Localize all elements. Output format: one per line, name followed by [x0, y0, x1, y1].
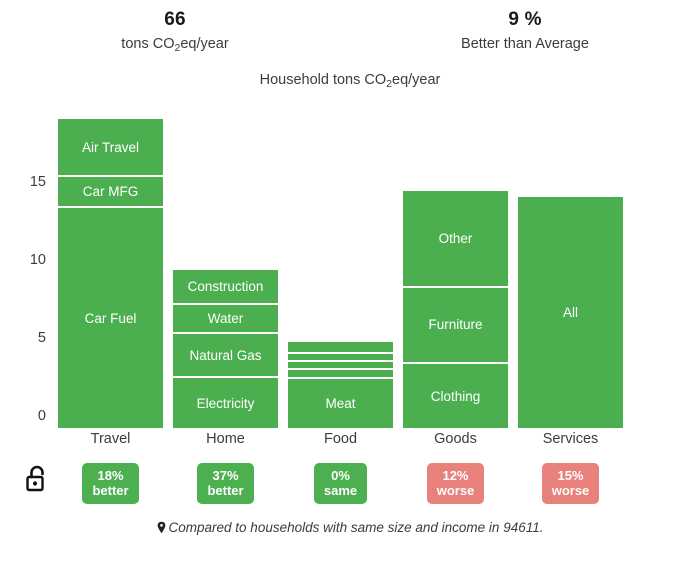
bar-goods[interactable]: Other Furniture Clothing	[403, 190, 508, 428]
bar-segment[interactable]	[288, 342, 393, 354]
badge-word: better	[207, 483, 244, 498]
stat-value: 9 %	[508, 9, 542, 30]
badge-percent: 18%	[97, 468, 124, 483]
bar-segment[interactable]: Natural Gas	[173, 334, 278, 379]
bar-services[interactable]: All	[518, 197, 623, 428]
x-axis-label: Food	[323, 431, 358, 447]
badge-percent: 15%	[557, 468, 584, 483]
badge-percent: 12%	[442, 468, 469, 483]
y-axis: 15 10 5 0	[0, 98, 52, 428]
badge-percent: 37%	[212, 468, 239, 483]
chart-title-pre: Household tons CO	[259, 72, 387, 88]
unlocked-padlock-icon[interactable]	[24, 464, 50, 494]
status-badge-goods[interactable]: 12% worse	[426, 463, 485, 504]
stat-label-sub: 2	[174, 42, 181, 54]
bar-segment[interactable]	[288, 361, 393, 370]
stat-total-emissions: 66 tons CO2eq/year	[0, 8, 350, 55]
status-badge-home[interactable]: 37% better	[197, 463, 254, 504]
badge-word: worse	[436, 483, 475, 498]
badge-cell: 15% worse	[518, 463, 623, 504]
bar-food[interactable]: Meat	[288, 342, 393, 428]
summary-stats: 66 tons CO2eq/year 9 % Better than Avera…	[0, 0, 700, 55]
chart-title: Household tons CO2eq/year	[0, 71, 700, 90]
bar-segment[interactable]: Electricity	[173, 378, 278, 428]
bars-container: Air Travel Car MFG Car Fuel Construction Wat…	[58, 98, 694, 428]
bar-segment[interactable]: Meat	[288, 378, 393, 428]
x-axis-label: Home	[206, 431, 245, 447]
bar-segment[interactable]: Water	[173, 304, 278, 335]
bar-segment[interactable]: Car MFG	[58, 176, 163, 209]
comparison-badges: 18% better 37% better 0% same 12% worse 15% worse	[58, 463, 694, 504]
badge-word: same	[323, 483, 358, 498]
badge-percent: 0%	[331, 468, 350, 483]
y-axis-tick: 15	[29, 174, 46, 190]
stat-better-than-average: 9 % Better than Average	[350, 8, 700, 55]
bar-segment[interactable]: Air Travel	[58, 119, 163, 177]
badge-cell: 12% worse	[403, 463, 508, 504]
bar-segment[interactable]: Furniture	[403, 287, 508, 365]
stat-label-pre: Better than Average	[461, 36, 589, 52]
bar-segment[interactable]: Other	[403, 190, 508, 288]
badge-word: better	[92, 483, 129, 498]
stat-label-post: eq/year	[180, 36, 229, 52]
map-pin-icon	[157, 521, 166, 539]
chart-title-sub: 2	[386, 78, 392, 90]
stat-value: 66	[164, 9, 186, 30]
badge-cell: 0% same	[288, 463, 393, 504]
badge-cell: 18% better	[58, 463, 163, 504]
y-axis-tick: 10	[29, 252, 46, 268]
bar-segment[interactable]: Clothing	[403, 364, 508, 428]
x-axis-labels: Travel Home Food Goods Services	[58, 430, 694, 448]
footnote: Compared to households with same size an…	[0, 519, 700, 539]
x-axis-label: Goods	[434, 431, 477, 447]
badge-word: worse	[551, 483, 590, 498]
stat-label: tons CO2eq/year	[0, 34, 350, 55]
bar-segment[interactable]	[288, 369, 393, 379]
badge-cell: 37% better	[173, 463, 278, 504]
chart-title-post: eq/year	[392, 72, 441, 88]
footnote-text: Compared to households with same size an…	[168, 520, 544, 535]
status-badge-food[interactable]: 0% same	[313, 463, 368, 504]
stat-label: Better than Average	[350, 34, 700, 54]
stat-label-pre: tons CO	[121, 36, 175, 52]
status-badge-services[interactable]: 15% worse	[541, 463, 600, 504]
stacked-bar-chart: 15 10 5 0 Air Travel Car MFG Car Fuel Construc…	[0, 98, 700, 428]
y-axis-tick: 5	[37, 330, 46, 346]
bar-segment[interactable]: Construction	[173, 270, 278, 305]
bar-home[interactable]: Construction Water Natural Gas Electricity	[173, 270, 278, 428]
x-axis-label: Travel	[90, 431, 131, 447]
bar-segment[interactable]: All	[518, 197, 623, 428]
status-badge-travel[interactable]: 18% better	[82, 463, 139, 504]
bar-segment[interactable]: Car Fuel	[58, 208, 163, 428]
x-axis-label: Services	[542, 431, 599, 447]
bar-segment[interactable]	[288, 353, 393, 362]
y-axis-tick: 0	[37, 408, 46, 424]
bar-travel[interactable]: Air Travel Car MFG Car Fuel	[58, 119, 163, 428]
